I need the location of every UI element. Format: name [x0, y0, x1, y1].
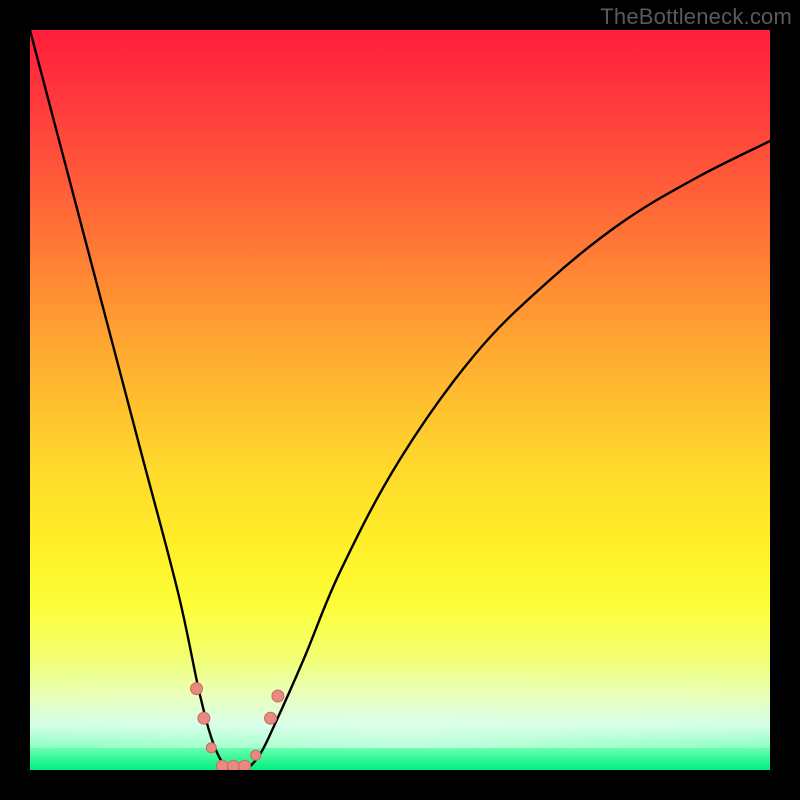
trough-markers — [191, 683, 284, 770]
trough-marker — [265, 712, 277, 724]
trough-marker — [239, 760, 251, 770]
trough-marker — [198, 712, 210, 724]
trough-marker — [216, 760, 228, 770]
trough-marker — [228, 760, 240, 770]
watermark-text: TheBottleneck.com — [600, 4, 792, 30]
trough-marker — [272, 690, 284, 702]
trough-marker — [191, 683, 203, 695]
bottleneck-curve — [30, 30, 770, 770]
plot-area — [30, 30, 770, 770]
curve-svg — [30, 30, 770, 770]
trough-marker — [206, 743, 216, 753]
outer-frame: TheBottleneck.com — [0, 0, 800, 800]
trough-marker — [251, 750, 261, 760]
